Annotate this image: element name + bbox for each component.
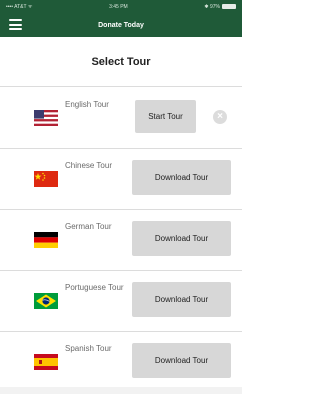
germany-flag-icon <box>34 232 58 248</box>
tour-row-chinese: Chinese Tour Download Tour <box>0 149 242 210</box>
nav-title: Donate Today <box>98 21 144 29</box>
download-tour-button[interactable]: Download Tour <box>132 282 231 317</box>
tour-name: German Tour <box>65 222 112 231</box>
tour-name: Spanish Tour <box>65 344 112 353</box>
spain-flag-icon <box>34 354 58 370</box>
tour-row-english: English Tour Start Tour × <box>0 88 242 149</box>
tour-name: English Tour <box>65 100 109 109</box>
download-tour-button[interactable]: Download Tour <box>132 221 231 256</box>
battery-status: ✱ 97% <box>204 4 236 10</box>
china-flag-icon <box>34 171 58 187</box>
page-header: Select Tour <box>0 37 242 87</box>
page-title: Select Tour <box>91 55 151 68</box>
hamburger-menu-icon[interactable] <box>9 19 22 30</box>
status-time: 3:45 PM <box>109 3 128 10</box>
tour-name: Portuguese Tour <box>65 283 124 292</box>
download-tour-button[interactable]: Download Tour <box>132 343 231 378</box>
tour-row-spanish: Spanish Tour Download Tour <box>0 332 242 393</box>
tour-row-portuguese: Portuguese Tour Download Tour <box>0 271 242 332</box>
us-flag-icon <box>34 110 58 126</box>
tour-list: English Tour Start Tour × Chinese Tour D… <box>0 88 242 393</box>
tour-row-german: German Tour Download Tour <box>0 210 242 271</box>
battery-icon <box>221 3 236 9</box>
cancel-icon[interactable]: × <box>213 110 227 124</box>
list-bottom-edge <box>0 387 242 394</box>
nav-bar: Donate Today <box>0 13 242 37</box>
tour-name: Chinese Tour <box>65 161 112 170</box>
start-tour-button[interactable]: Start Tour <box>135 100 196 133</box>
status-bar: •••• AT&T ᯤ 3:45 PM ✱ 97% <box>0 0 242 13</box>
brazil-flag-icon <box>34 293 58 309</box>
carrier-signal: •••• AT&T ᯤ <box>6 3 33 10</box>
download-tour-button[interactable]: Download Tour <box>132 160 231 195</box>
